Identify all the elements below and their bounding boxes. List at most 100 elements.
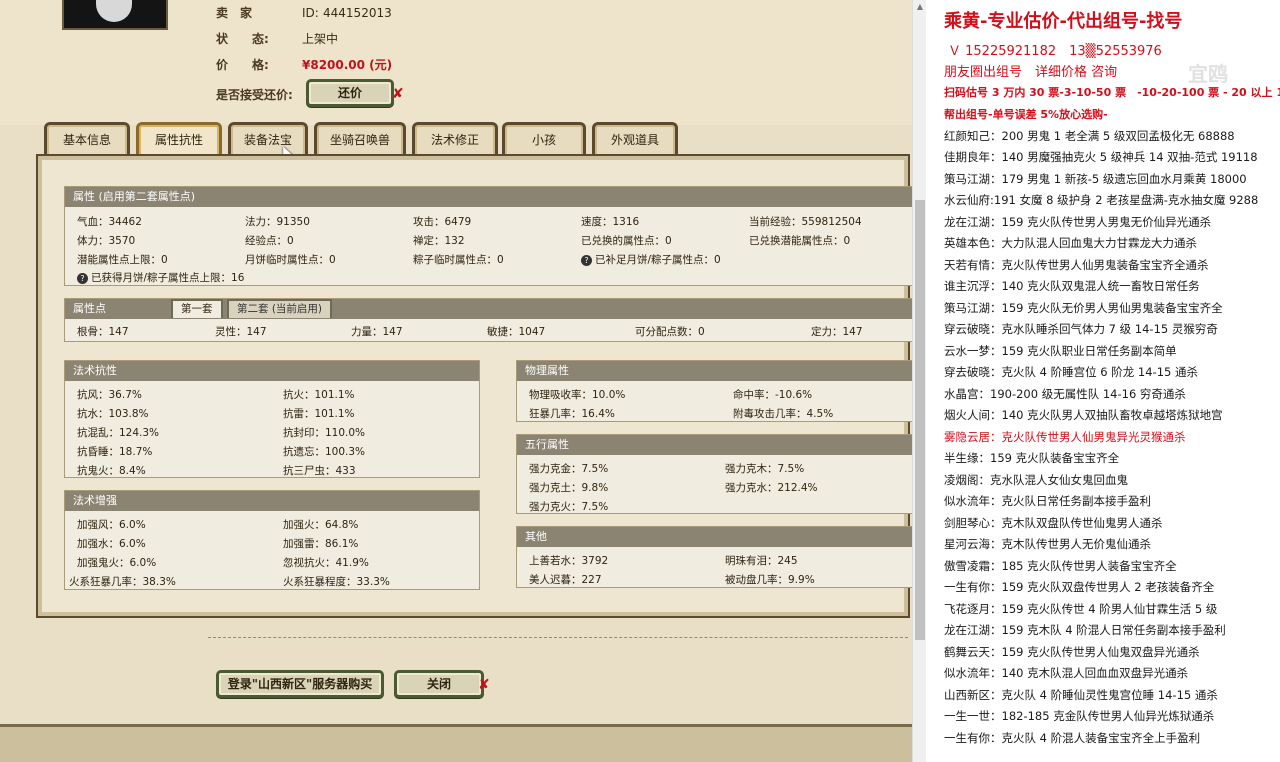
- attr-mooncake-points: 月饼临时属性点：0: [245, 254, 336, 266]
- sidebar-item: 星河云海：克木队传世男人无价鬼仙通杀: [944, 537, 1151, 551]
- close-x-icon[interactable]: ✘: [478, 677, 490, 693]
- attr-exchanged-potential: 已兑换潜能属性点：0: [749, 235, 851, 247]
- sidebar-item: 一生一世：182-185 克金队传世男人仙异光炼狱通杀: [944, 709, 1215, 723]
- sidebar-item: 一生有你：159 克火队双盘传世男人 2 老孩装备齐全: [944, 580, 1215, 594]
- attr-hp: 气血：34462: [77, 216, 142, 228]
- ad-sidebar: 乘黄-专业估价-代出组号-找号 Ｖ 15225921182 13▒5255397…: [926, 0, 1280, 762]
- tab-spell-correction[interactable]: 法术修正: [412, 122, 498, 156]
- buy-button[interactable]: 登录"山西新区"服务器购买: [216, 670, 384, 698]
- attr-points-cap: ? 已获得月饼/粽子属性点上限：16: [77, 270, 244, 285]
- resist-wind: 抗风：36.7%: [77, 389, 142, 401]
- sidebar-item: 似水流年：140 克木队混人回血血双盘异光通杀: [944, 666, 1189, 680]
- attr-points-cap-text: 已获得月饼/粽子属性点上限：16: [91, 272, 245, 284]
- elem-wood: 强力克木：7.5%: [725, 463, 805, 475]
- other-section: 其他 上善若水：3792 明珠有泪：245 美人迟暮：227 被动盘几率：9.9…: [516, 526, 912, 588]
- phys-absorb: 物理吸收率：10.0%: [529, 389, 626, 401]
- scrollbar[interactable]: ▲: [912, 0, 926, 762]
- enhance-thunder: 加强雷：86.1%: [283, 538, 359, 550]
- sidebar-item: 傲雪凌霜：185 克火队传世男人装备宝宝齐全: [944, 559, 1177, 573]
- listing-info: 卖 家 ID: 444152013 状 态: 上架中 价 格: ¥8200.00 (元…: [0, 0, 912, 125]
- resist-section: 法术抗性 抗风：36.7% 抗火：101.1% 抗水：103.8% 抗雷：101…: [64, 360, 480, 478]
- elem-fire: 强力克火：7.5%: [529, 501, 609, 513]
- enhance-wind: 加强风：6.0%: [77, 519, 146, 531]
- sidebar-item: 天若有情：克火队传世男人仙男鬼装备宝宝齐全通杀: [944, 258, 1209, 272]
- subtab-first-set[interactable]: 第一套: [171, 299, 223, 318]
- seller-id-prefix: ID:: [302, 6, 319, 20]
- other-beauty: 美人迟暮：227: [529, 574, 602, 586]
- seller-label: 卖 家: [216, 6, 253, 20]
- bargain-button[interactable]: 还价: [306, 79, 394, 107]
- sidebar-item: 谁主沉浮：140 克火队双鬼混人统一畜牧日常任务: [944, 279, 1200, 293]
- tab-mounts-pets[interactable]: 坐骑召唤兽: [314, 122, 406, 156]
- help-icon[interactable]: ?: [77, 273, 88, 284]
- resist-seal: 抗封印：110.0%: [283, 427, 366, 439]
- sidebar-item: 烟火人间：140 克火队男人双抽队畜牧卓越塔炼狱地宫: [944, 408, 1223, 422]
- sidebar-item: 龙在江湖：159 克火队传世男人男鬼无价仙异光通杀: [944, 215, 1212, 229]
- price-label: 价 格:: [216, 58, 269, 72]
- tab-child[interactable]: 小孩: [502, 122, 586, 156]
- attr-potential-cap: 潜能属性点上限：0: [77, 254, 168, 266]
- point-strength: 力量：147: [351, 326, 403, 338]
- fire-crit-rate: 火系狂暴几率：38.3%: [69, 576, 176, 588]
- divider: [208, 637, 908, 638]
- sidebar-item: 剑胆琴心：克木队双盘队传世仙鬼男人通杀: [944, 516, 1163, 530]
- character-thumbnail: [62, 0, 168, 30]
- help-icon[interactable]: ?: [581, 255, 592, 266]
- elem-earth: 强力克土：9.8%: [529, 482, 609, 494]
- sidebar-item: 英雄本色：大力队混人回血鬼大力甘霖龙大力通杀: [944, 236, 1197, 250]
- bargain-close-icon[interactable]: ✘: [392, 86, 404, 102]
- tab-appearance[interactable]: 外观道具: [592, 122, 678, 156]
- tab-basic-info[interactable]: 基本信息: [44, 122, 130, 156]
- close-button[interactable]: 关闭: [394, 670, 484, 698]
- enhance-header: 法术增强: [65, 491, 479, 511]
- attr-speed: 速度：1316: [581, 216, 640, 228]
- enhance-ghostfire: 加强鬼火：6.0%: [77, 557, 157, 569]
- enhance-water: 加强水：6.0%: [77, 538, 146, 550]
- resist-forget: 抗遗忘：100.3%: [283, 446, 366, 458]
- sidebar-estimate: 扫码估号 3 万内 30 票-3-10-50 票 -10-20-100 票 - …: [944, 86, 1280, 99]
- sidebar-item: 似水流年：克火队日常任务副本接手盈利: [944, 494, 1151, 508]
- phys-hit: 命中率：-10.6%: [733, 389, 813, 401]
- price-row: 价 格: ¥8200.00 (元): [216, 56, 392, 74]
- sidebar-item-highlight: 雾隐云居：克火队传世男人仙男鬼异光灵猴通杀: [944, 430, 1186, 444]
- sidebar-item: 红颜知己：200 男鬼 1 老全满 5 级双回孟极化无 68888: [944, 129, 1235, 143]
- physical-section: 物理属性 物理吸收率：10.0% 命中率：-10.6% 狂暴几率：16.4% 附…: [516, 360, 912, 422]
- elements-header: 五行属性: [517, 435, 912, 455]
- attr-filled-points-text: 已补足月饼/粽子属性点：0: [595, 254, 721, 266]
- elements-section: 五行属性 强力克金：7.5% 强力克木：7.5% 强力克土：9.8% 强力克水：…: [516, 434, 912, 514]
- sidebar-item: 云水一梦：159 克火队职业日常任务副本简单: [944, 344, 1177, 358]
- tab-attributes-resist[interactable]: 属性抗性: [136, 122, 222, 156]
- phys-poison: 附毒攻击几率：4.5%: [733, 408, 834, 420]
- resist-water: 抗水：103.8%: [77, 408, 149, 420]
- attr-exp-points: 经验点：0: [245, 235, 294, 247]
- points-section: 属性点 第一套 第二套 (当前启用) 根骨：147 灵性：147 力量：147 …: [64, 298, 912, 342]
- bargain-row: 是否接受还价:: [216, 86, 293, 104]
- status-row: 状 态: 上架中: [216, 30, 338, 48]
- bargain-label: 是否接受还价:: [216, 88, 293, 102]
- listing-window: 卖 家 ID: 444152013 状 态: 上架中 价 格: ¥8200.00 (元…: [0, 0, 912, 762]
- sidebar-item: 半生缘：159 克火队装备宝宝齐全: [944, 451, 1120, 465]
- sidebar-item: 策马江湖：179 男鬼 1 新孩-5 级遗忘回血水月乘黄 18000: [944, 172, 1247, 186]
- resist-corpse: 抗三尸虫：433: [283, 465, 356, 477]
- resist-fire: 抗火：101.1%: [283, 389, 355, 401]
- sidebar-item: 策马江湖：159 克火队无价男人男仙男鬼装备宝宝齐全: [944, 301, 1223, 315]
- point-available: 可分配点数：0: [635, 326, 705, 338]
- attr-mp: 法力：91350: [245, 216, 310, 228]
- attr-filled-points: ? 已补足月饼/粽子属性点：0: [581, 252, 721, 267]
- scrollbar-thumb[interactable]: [915, 200, 925, 640]
- attr-exp: 当前经验：559812504: [749, 216, 862, 228]
- seller-row: 卖 家 ID: 444152013: [216, 4, 392, 22]
- sidebar-item: 佳期良年：140 男魔强抽克火 5 级神兵 14 双抽-范式 19118: [944, 150, 1258, 164]
- sidebar-item: 飞花逐月：159 克火队传世 4 阶男人仙甘霖生活 5 级: [944, 602, 1218, 616]
- attributes-header: 属性 (启用第二套属性点): [65, 187, 912, 207]
- other-header: 其他: [517, 527, 912, 547]
- other-pearl: 明珠有泪：245: [725, 555, 798, 567]
- attributes-panel: 属性 (启用第二套属性点) 气血：34462 法力：91350 攻击：6479 …: [36, 154, 912, 618]
- tab-bar: 基本信息 属性抗性 装备法宝 坐骑召唤兽 法术修正 小孩 外观道具: [40, 122, 900, 156]
- sidebar-item: 凌烟阁：克水队混人女仙女鬼回血鬼: [944, 473, 1128, 487]
- sidebar-item: 穿云破晓：克水队睡杀回气体力 7 级 14-15 灵猴穷奇: [944, 322, 1218, 336]
- subtab-second-set[interactable]: 第二套 (当前启用): [227, 299, 333, 318]
- tab-equipment[interactable]: 装备法宝: [228, 122, 308, 156]
- scroll-up-icon[interactable]: ▲: [913, 0, 927, 14]
- physical-header: 物理属性: [517, 361, 912, 381]
